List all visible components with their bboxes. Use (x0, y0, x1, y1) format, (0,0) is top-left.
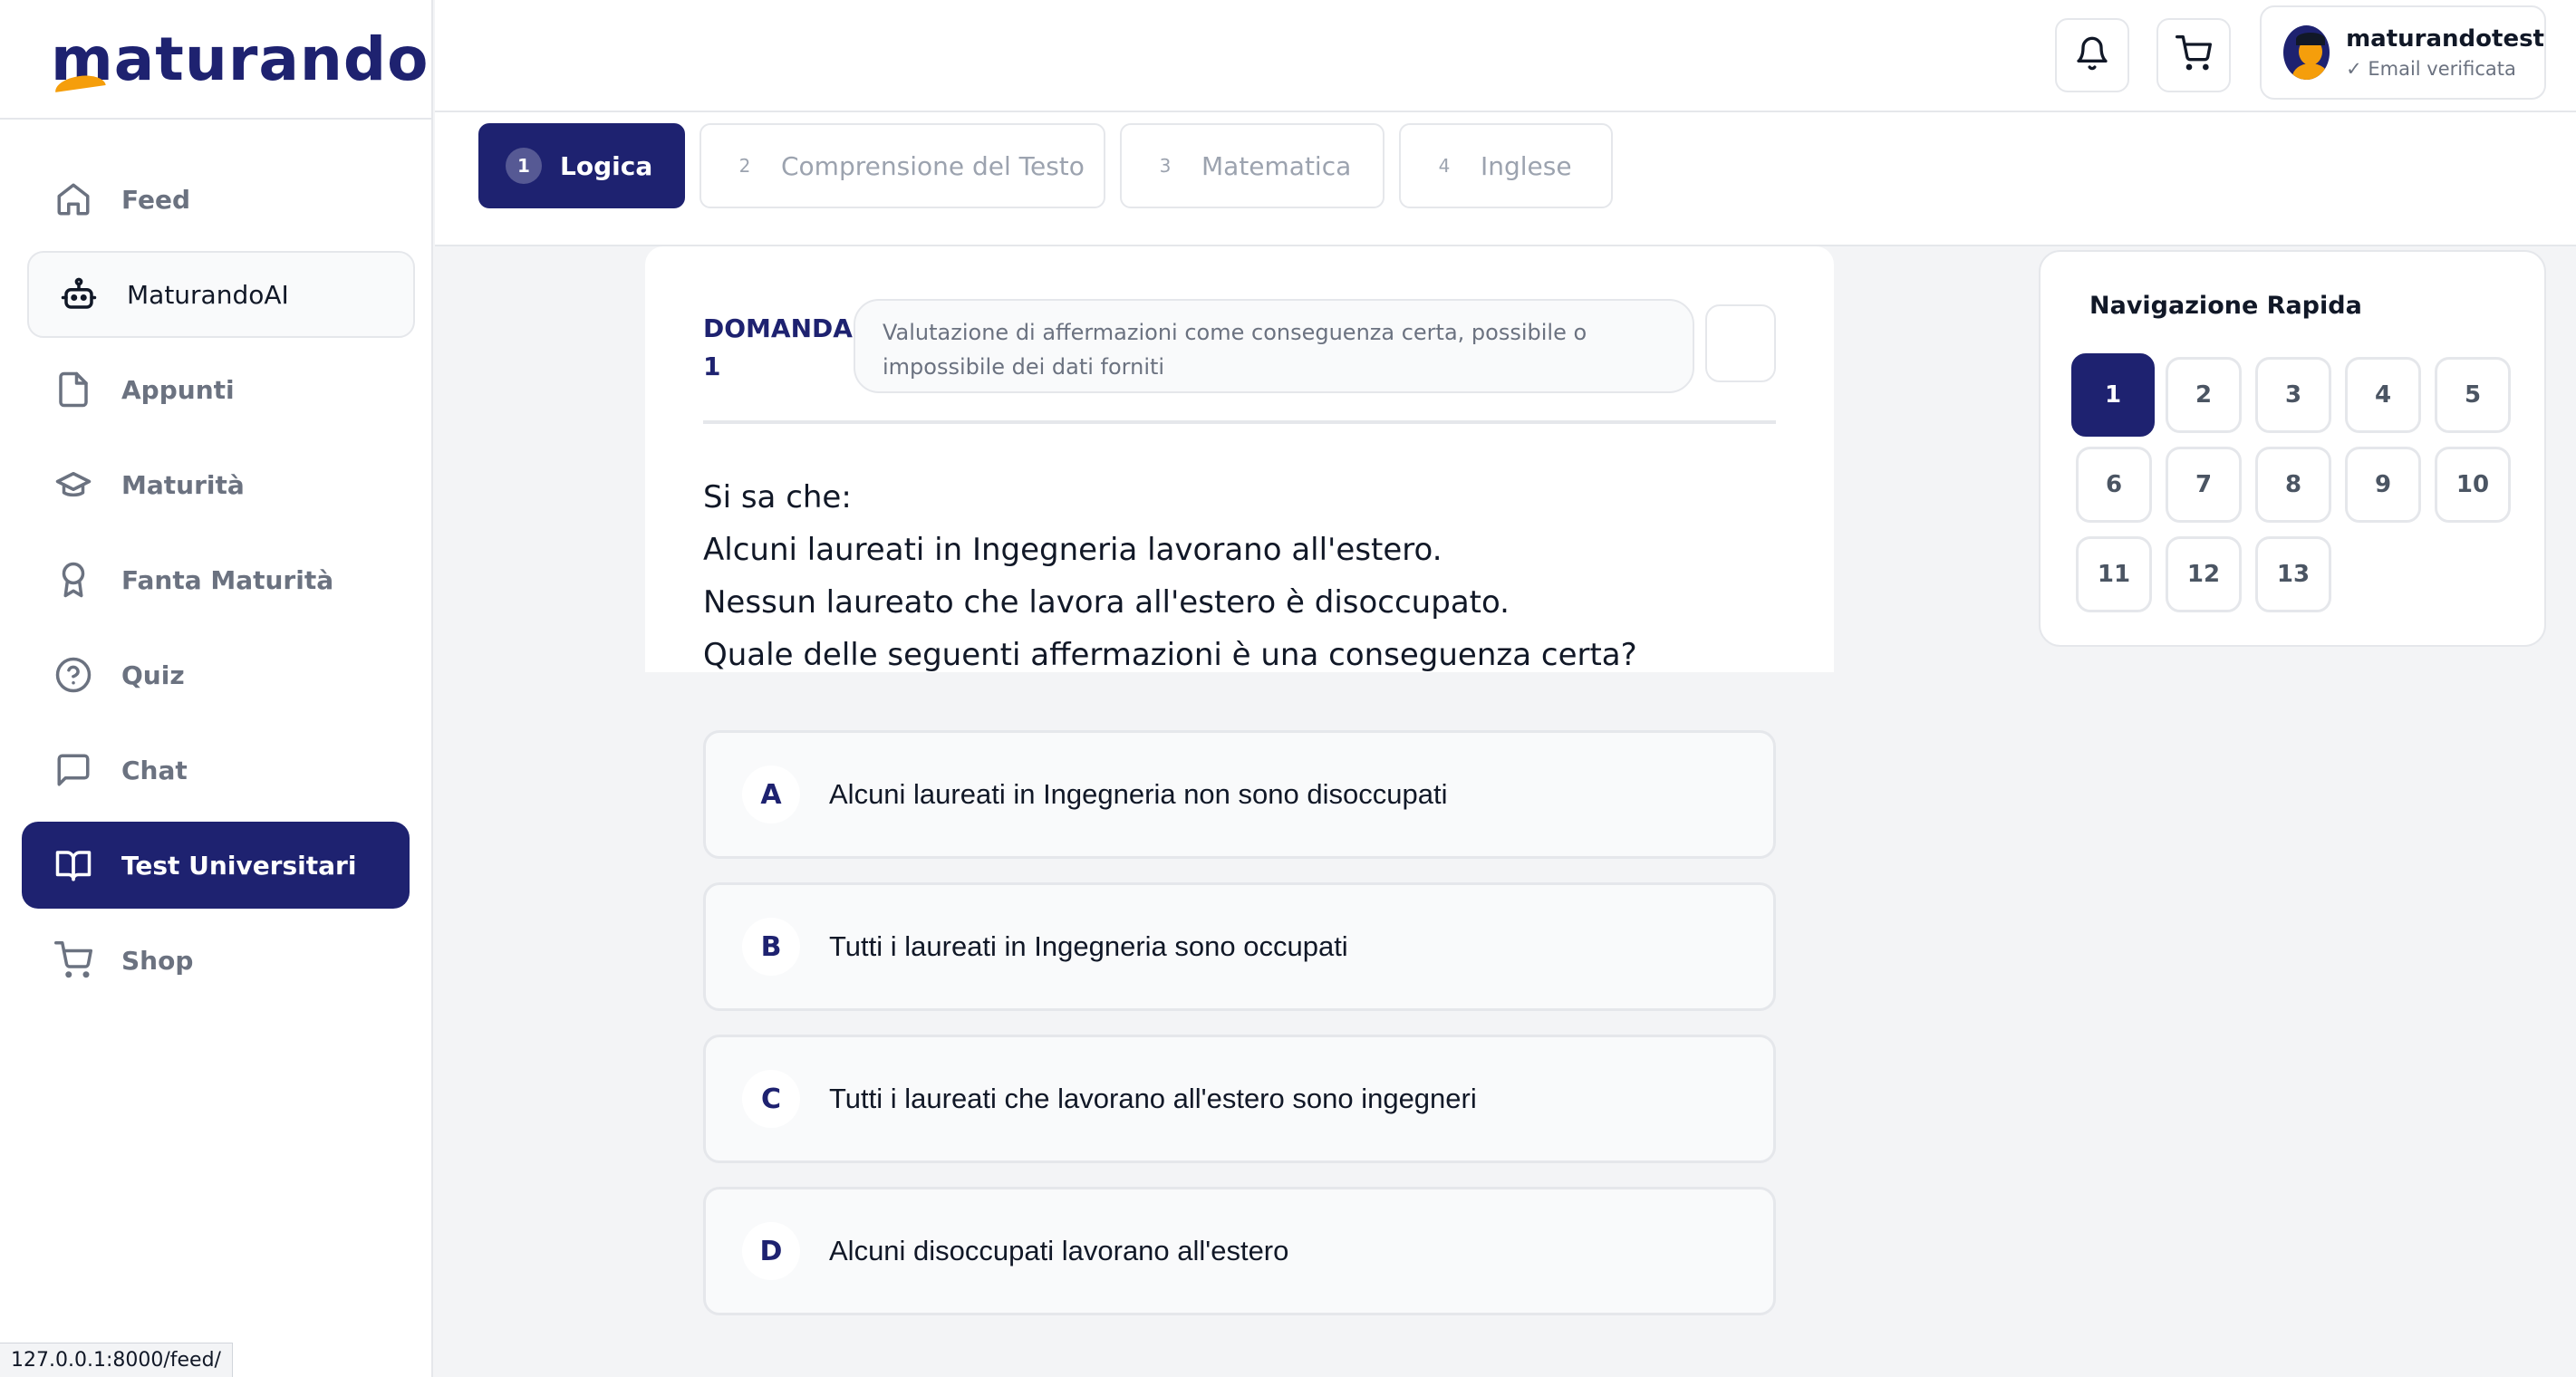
section-tabs: 1 Logica 2 Comprensione del Testo 3 Mate… (435, 112, 2576, 246)
home-icon (53, 178, 94, 220)
sidebar-item-shop[interactable]: Shop (22, 917, 410, 1004)
divider (703, 420, 1776, 424)
notifications-button[interactable] (2055, 18, 2129, 92)
sidebar-item-label: Fanta Maturità (121, 564, 334, 595)
question-line: Quale delle seguenti affermazioni è una … (703, 637, 1637, 673)
question-label: DOMANDA 1 (703, 310, 853, 386)
sidebar-item-label: Appunti (121, 374, 235, 405)
sidebar-nav: Feed MaturandoAI Appunti Maturità Fanta … (0, 120, 431, 1004)
user-menu[interactable]: maturandotest ✓ Email verificata (2260, 5, 2546, 100)
sidebar-item-label: Test Universitari (121, 850, 357, 881)
help-circle-icon (53, 654, 94, 696)
award-icon (53, 559, 94, 601)
tab-number: 4 (1438, 155, 1451, 177)
answer-letter: D (742, 1222, 800, 1280)
answer-letter: A (742, 766, 800, 823)
question-line: Nessun laureato che lavora all'estero è … (703, 584, 1510, 621)
sidebar-item-maturandoai[interactable]: MaturandoAI (27, 251, 415, 338)
question-nav-button[interactable]: 8 (2255, 447, 2331, 523)
sidebar-item-label: Quiz (121, 660, 185, 690)
sidebar-item-quiz[interactable]: Quiz (22, 631, 410, 718)
logo[interactable]: maturando (0, 0, 431, 120)
tab-matematica[interactable]: 3 Matematica (1120, 123, 1384, 208)
message-icon (53, 749, 94, 791)
sidebar-item-label: MaturandoAI (127, 279, 289, 310)
robot-icon (58, 274, 100, 315)
tab-number: 1 (506, 148, 542, 184)
question-nav-button[interactable]: 9 (2345, 447, 2421, 523)
tab-comprensione-del-testo[interactable]: 2 Comprensione del Testo (699, 123, 1105, 208)
question-line: Si sa che: (703, 479, 852, 515)
answer-option-d[interactable]: D Alcuni disoccupati lavorano all'estero (703, 1187, 1776, 1315)
cart-button[interactable] (2156, 18, 2231, 92)
cart-icon (2176, 35, 2212, 75)
logo-text: maturando (51, 24, 429, 94)
sidebar-item-label: Shop (121, 945, 194, 976)
tab-label: Matematica (1201, 150, 1352, 181)
answer-letter: B (742, 918, 800, 976)
answer-text: Alcuni disoccupati lavorano all'estero (829, 1235, 1289, 1266)
question-description: Valutazione di affermazioni come consegu… (854, 299, 1694, 393)
answer-text: Alcuni laureati in Ingegneria non sono d… (829, 778, 1448, 810)
question-header: DOMANDA 1 Valutazione di affermazioni co… (645, 246, 1834, 673)
question-nav-button[interactable]: 3 (2255, 357, 2331, 433)
bell-icon (2074, 35, 2110, 75)
document-icon (53, 369, 94, 410)
answer-text: Tutti i laureati che lavorano all'estero… (829, 1083, 1477, 1114)
question-nav-button[interactable]: 10 (2435, 447, 2511, 523)
question-nav-button[interactable]: 4 (2345, 357, 2421, 433)
question-nav-button[interactable]: 6 (2076, 447, 2152, 523)
sidebar-item-label: Chat (121, 755, 188, 785)
question-number: 1 (703, 351, 721, 381)
tab-number: 3 (1159, 155, 1172, 177)
sidebar-item-fanta-maturita[interactable]: Fanta Maturità (22, 536, 410, 623)
sidebar: maturando Feed MaturandoAI Appunti Matur… (0, 0, 433, 1377)
graduation-cap-icon (53, 464, 94, 506)
sidebar-item-label: Maturità (121, 469, 245, 500)
question-nav-button[interactable]: 2 (2166, 357, 2242, 433)
tab-number: 2 (738, 155, 751, 177)
question-nav-button[interactable]: 7 (2166, 447, 2242, 523)
answer-option-b[interactable]: B Tutti i laureati in Ingegneria sono oc… (703, 882, 1776, 1011)
sidebar-item-appunti[interactable]: Appunti (22, 346, 410, 433)
tab-label: Inglese (1481, 150, 1572, 181)
question-nav-button[interactable]: 13 (2255, 536, 2331, 612)
answer-letter: C (742, 1070, 800, 1128)
cart-icon (53, 939, 94, 981)
question-label-word: DOMANDA (703, 313, 853, 343)
top-bar: maturandotest ✓ Email verificata (435, 0, 2576, 112)
tab-label: Logica (560, 150, 653, 181)
status-url: 127.0.0.1:8000/feed/ (0, 1343, 233, 1377)
question-line: Alcuni laureati in Ingegneria lavorano a… (703, 532, 1442, 568)
question-nav-button[interactable]: 1 (2071, 353, 2155, 437)
quick-navigation-title: Navigazione Rapida (2089, 292, 2362, 320)
bookmark-checkbox[interactable] (1705, 304, 1776, 382)
sidebar-item-chat[interactable]: Chat (22, 727, 410, 814)
sidebar-item-label: Feed (121, 184, 191, 215)
tab-logica[interactable]: 1 Logica (478, 123, 685, 208)
question-text: Si sa che: Alcuni laureati in Ingegneria… (703, 471, 1637, 681)
question-card: DOMANDA 1 Valutazione di affermazioni co… (645, 246, 1834, 1377)
answer-option-c[interactable]: C Tutti i laureati che lavorano all'este… (703, 1035, 1776, 1163)
user-name: maturandotest (2346, 25, 2544, 53)
book-open-icon (53, 844, 94, 886)
tab-inglese[interactable]: 4 Inglese (1399, 123, 1613, 208)
sidebar-item-maturita[interactable]: Maturità (22, 441, 410, 528)
answer-text: Tutti i laureati in Ingegneria sono occu… (829, 930, 1348, 962)
sidebar-item-feed[interactable]: Feed (22, 156, 410, 243)
email-verified-status: ✓ Email verificata (2346, 58, 2516, 80)
avatar (2283, 25, 2330, 80)
question-nav-button[interactable]: 12 (2166, 536, 2242, 612)
question-nav-button[interactable]: 5 (2435, 357, 2511, 433)
sidebar-item-test-universitari[interactable]: Test Universitari (22, 822, 410, 909)
tab-label: Comprensione del Testo (781, 150, 1085, 181)
quick-navigation: Navigazione Rapida 1 2 3 4 5 6 7 8 9 10 … (2039, 250, 2546, 647)
question-nav-button[interactable]: 11 (2076, 536, 2152, 612)
answer-option-a[interactable]: A Alcuni laureati in Ingegneria non sono… (703, 730, 1776, 859)
